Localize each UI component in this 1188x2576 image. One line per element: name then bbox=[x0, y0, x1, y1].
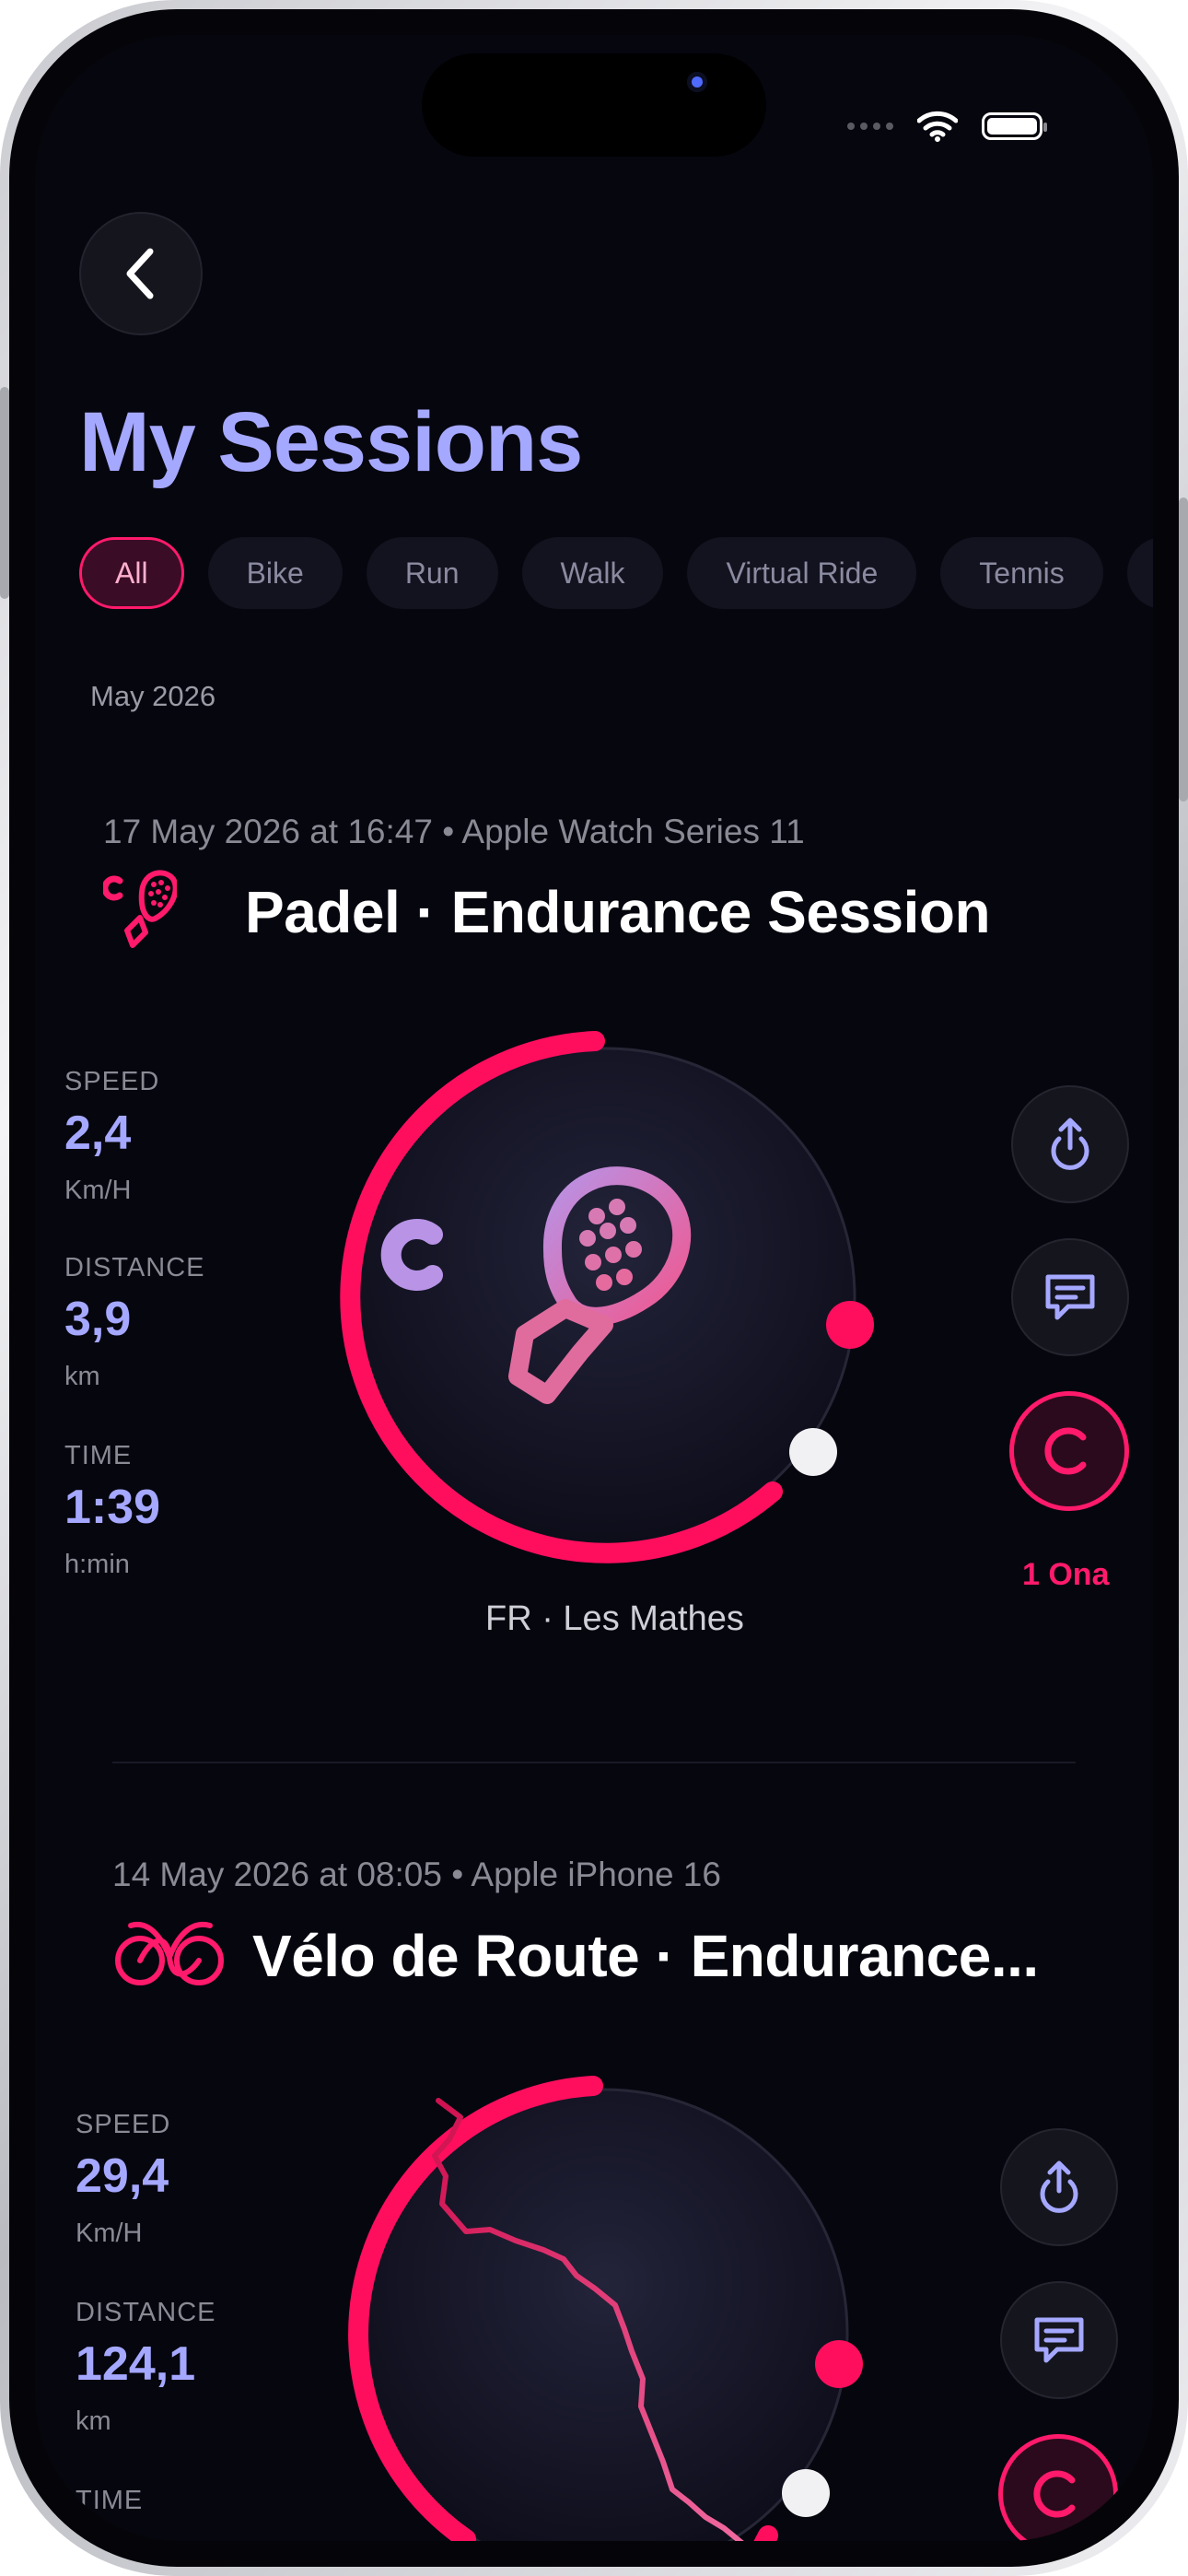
time-label: TIME bbox=[64, 1441, 133, 1470]
wifi-icon bbox=[917, 111, 958, 142]
filter-chip-padel[interactable]: Pa bbox=[1126, 537, 1153, 609]
session-meta: 14 May 2026 at 08:05 • Apple iPhone 16 bbox=[112, 1856, 721, 1893]
session-location: FR · Les Mathes bbox=[485, 1599, 744, 1638]
filter-chip-tennis[interactable]: Tennis bbox=[940, 537, 1103, 609]
chevron-left-icon bbox=[126, 248, 154, 299]
distance-value: 3,9 bbox=[64, 1293, 132, 1346]
speed-value: 29,4 bbox=[76, 2149, 169, 2203]
time-value: 1:39 bbox=[64, 1481, 161, 1534]
camera-indicator bbox=[687, 72, 707, 92]
ona-button[interactable] bbox=[998, 2434, 1118, 2541]
session-title: Vélo de Route · Endurance... bbox=[252, 1923, 1039, 1989]
share-icon bbox=[1040, 2160, 1078, 2213]
distance-value: 124,1 bbox=[76, 2337, 196, 2391]
session-meta: 17 May 2026 at 16:47 • Apple Watch Serie… bbox=[103, 813, 805, 850]
page-title: My Sessions bbox=[79, 395, 583, 489]
back-button[interactable] bbox=[79, 212, 203, 335]
distance-unit: km bbox=[76, 2406, 111, 2436]
share-button[interactable] bbox=[1000, 2128, 1118, 2246]
ona-logo-icon bbox=[1044, 1427, 1087, 1475]
side-button-right bbox=[1179, 498, 1188, 802]
speed-value: 2,4 bbox=[64, 1107, 132, 1160]
month-header: May 2026 bbox=[90, 680, 216, 712]
app-screen: My Sessions All Bike Run Walk Virtual Ri… bbox=[35, 35, 1153, 2541]
share-icon bbox=[1051, 1118, 1089, 1170]
distance-label: DISTANCE bbox=[76, 2298, 216, 2327]
comment-button[interactable] bbox=[1011, 1238, 1129, 1356]
distance-unit: km bbox=[64, 1362, 100, 1391]
comment-icon bbox=[1034, 2317, 1084, 2363]
activity-ring bbox=[340, 1031, 874, 1563]
filter-chip-all[interactable]: All bbox=[79, 537, 184, 609]
dynamic-island bbox=[422, 53, 766, 157]
session-title: Padel · Endurance Session bbox=[245, 879, 991, 945]
cellular-signal-icon bbox=[847, 123, 893, 130]
filter-chip-run[interactable]: Run bbox=[366, 537, 498, 609]
battery-icon bbox=[982, 112, 1047, 140]
filter-chip-virtual-ride[interactable]: Virtual Ride bbox=[687, 537, 917, 609]
comment-icon bbox=[1045, 1274, 1095, 1320]
time-unit: h:min bbox=[64, 1550, 130, 1579]
route-map-ring bbox=[348, 2076, 863, 2541]
time-label: TIME bbox=[76, 2486, 144, 2515]
speed-label: SPEED bbox=[76, 2110, 171, 2139]
speed-label: SPEED bbox=[64, 1067, 160, 1096]
distance-label: DISTANCE bbox=[64, 1253, 205, 1282]
filter-chips: All Bike Run Walk Virtual Ride Tennis Pa bbox=[79, 537, 1153, 609]
comment-button[interactable] bbox=[1000, 2281, 1118, 2399]
speed-unit: Km/H bbox=[64, 1176, 132, 1205]
share-button[interactable] bbox=[1011, 1085, 1129, 1203]
speed-unit: Km/H bbox=[76, 2219, 143, 2248]
session-divider bbox=[112, 1762, 1076, 1763]
filter-chip-walk[interactable]: Walk bbox=[521, 537, 664, 609]
side-button-left bbox=[0, 387, 9, 599]
ona-count: 1 Ona bbox=[1022, 1557, 1110, 1592]
road-bike-icon bbox=[115, 1921, 224, 1985]
ona-logo-icon bbox=[1033, 2470, 1076, 2518]
padel-icon bbox=[103, 870, 177, 948]
ona-button[interactable] bbox=[1009, 1391, 1129, 1511]
filter-chip-bike[interactable]: Bike bbox=[207, 537, 343, 609]
status-bar bbox=[847, 111, 1047, 142]
